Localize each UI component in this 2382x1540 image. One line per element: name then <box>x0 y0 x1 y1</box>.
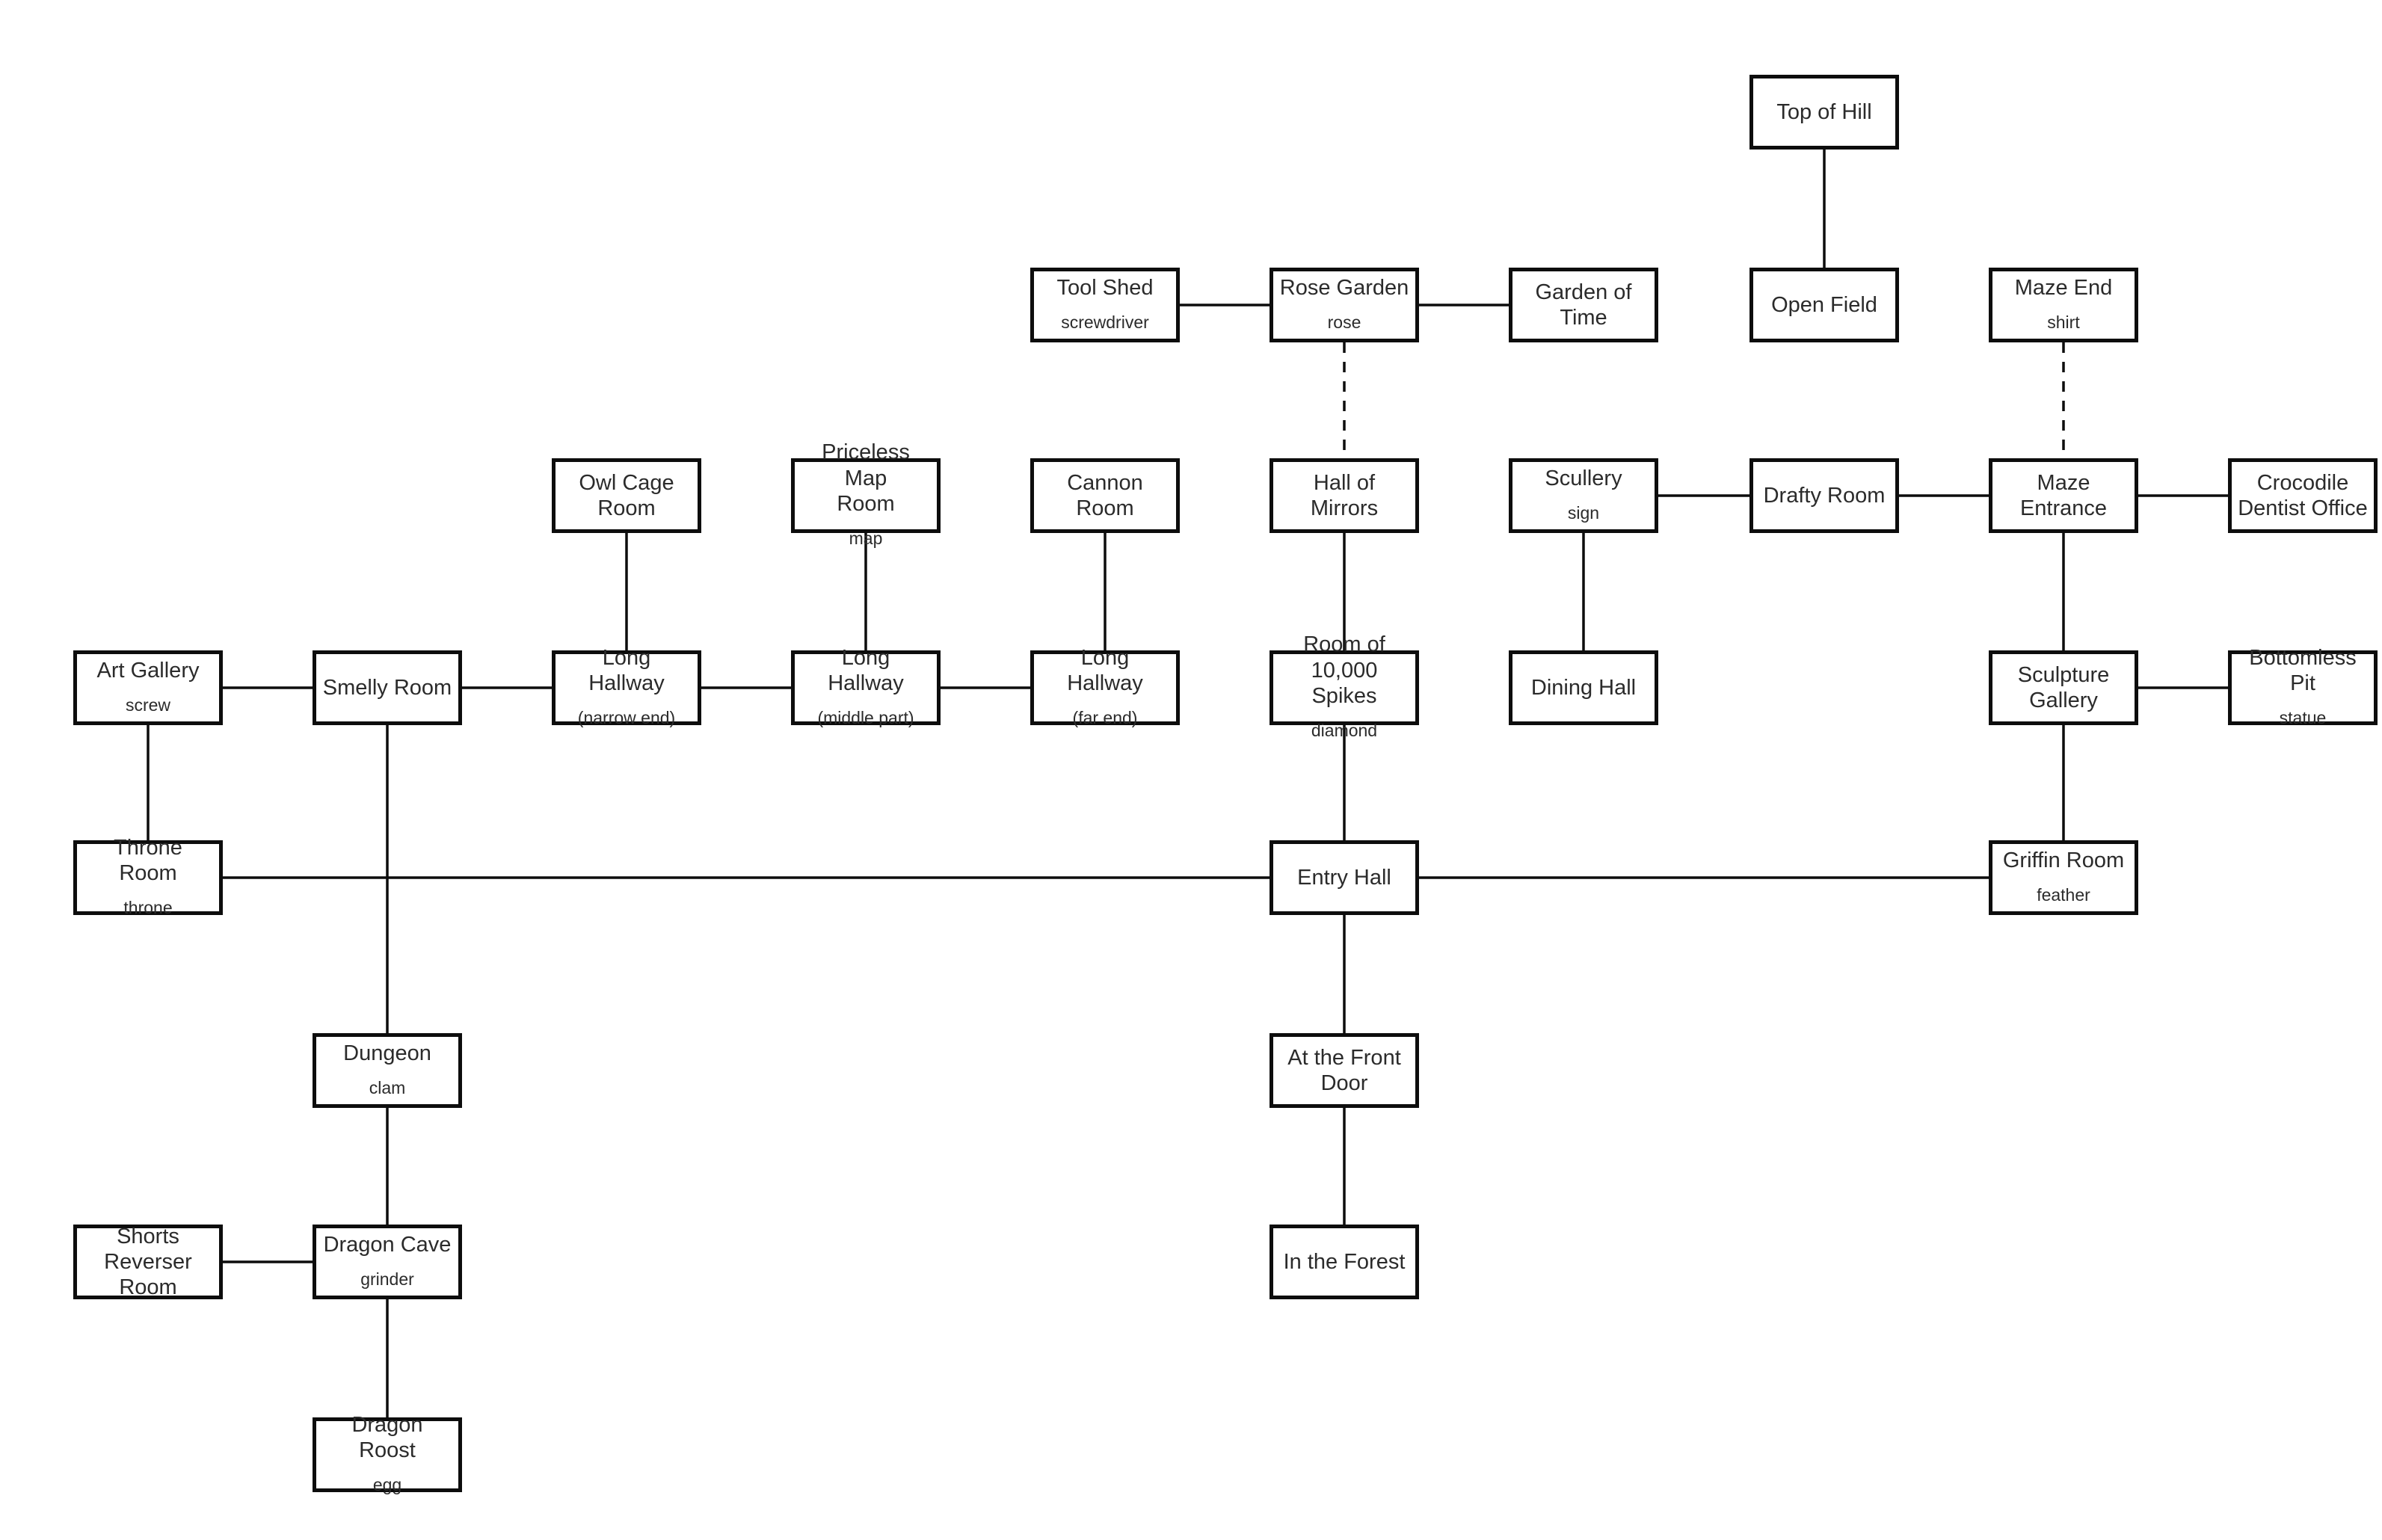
room-item-label: grinder <box>360 1269 414 1289</box>
edge-layer <box>147 150 2228 1417</box>
room-node-room_of_spikes[interactable]: Room of 10,000 Spikes diamond <box>1270 632 1419 740</box>
room-item-label: (narrow end) <box>577 708 676 727</box>
room-node-art_gallery[interactable]: Art Gallery screw <box>73 650 223 725</box>
room-title: Throne Room <box>114 835 182 885</box>
room-node-in_the_forest[interactable]: In the Forest <box>1270 1225 1419 1299</box>
room-title: Long Hallway <box>1067 645 1143 695</box>
room-item-label: shirt <box>2047 312 2080 332</box>
room-node-priceless_map_room[interactable]: Priceless Map Room map <box>791 440 941 548</box>
room-item-label: throne <box>123 898 173 917</box>
room-title: Garden of Time <box>1535 280 1632 330</box>
room-title: Scullery <box>1545 466 1622 490</box>
room-node-dungeon[interactable]: Dungeon clam <box>313 1033 462 1108</box>
room-item-label: map <box>849 529 883 549</box>
room-title: Cannon Room <box>1067 470 1143 520</box>
room-node-dragon_cave[interactable]: Dragon Cave grinder <box>313 1225 462 1299</box>
room-item-label: clam <box>369 1077 406 1097</box>
room-title: Dragon Cave <box>323 1232 452 1257</box>
room-node-long_hallway_mid[interactable]: Long Hallway (middle part) <box>791 646 941 727</box>
room-title: Drafty Room <box>1763 483 1886 508</box>
room-node-rose_garden[interactable]: Rose Garden rose <box>1270 268 1419 342</box>
room-title: Entry Hall <box>1297 865 1391 890</box>
room-title: Long Hallway <box>828 645 904 695</box>
room-title: Crocodile Dentist Office <box>2238 470 2368 520</box>
room-title: Shorts Reverser Room <box>104 1224 192 1300</box>
room-title: Dining Hall <box>1530 675 1637 700</box>
room-node-long_hallway_far[interactable]: Long Hallway (far end) <box>1030 646 1180 727</box>
room-node-long_hallway_near[interactable]: Long Hallway (narrow end) <box>552 646 701 727</box>
room-node-dining_hall[interactable]: Dining Hall <box>1509 650 1658 725</box>
room-title: Maze End <box>2014 275 2113 300</box>
room-title: Art Gallery <box>96 658 200 683</box>
room-title: Bottomless Pit <box>2249 645 2357 695</box>
room-title: Tool Shed <box>1056 275 1154 300</box>
room-node-entry_hall[interactable]: Entry Hall <box>1270 840 1419 915</box>
room-title: In the Forest <box>1283 1249 1406 1274</box>
room-node-maze_end[interactable]: Maze End shirt <box>1989 268 2138 342</box>
room-node-tool_shed[interactable]: Tool Shed screwdriver <box>1030 268 1180 342</box>
room-item-label: (far end) <box>1072 708 1138 727</box>
room-item-label: screwdriver <box>1061 312 1149 332</box>
room-title: At the Front Door <box>1287 1045 1401 1095</box>
room-title: Griffin Room <box>2002 848 2125 872</box>
room-item-label: screw <box>125 694 171 715</box>
room-node-crocodile_dentist[interactable]: Crocodile Dentist Office <box>2228 458 2378 533</box>
room-title: Priceless Map Room <box>822 440 910 516</box>
room-item-label: (middle part) <box>817 708 914 727</box>
room-item-label: sign <box>1567 502 1600 523</box>
room-node-drafty_room[interactable]: Drafty Room <box>1749 458 1899 533</box>
room-node-griffin_room[interactable]: Griffin Room feather <box>1989 840 2138 915</box>
room-title: Hall of Mirrors <box>1310 470 1379 520</box>
room-node-garden_of_time[interactable]: Garden of Time <box>1509 268 1658 342</box>
room-title: Long Hallway <box>588 645 665 695</box>
room-node-sculpture_gallery[interactable]: Sculpture Gallery <box>1989 650 2138 725</box>
room-node-bottomless_pit[interactable]: Bottomless Pit statue <box>2228 646 2378 727</box>
room-title: Room of 10,000 Spikes <box>1303 632 1385 708</box>
room-item-label: egg <box>372 1475 402 1494</box>
room-node-dragon_roost[interactable]: Dragon Roost egg <box>313 1413 462 1494</box>
room-map-diagram: Top of Hill Tool Shed screwdriver Rose Gard… <box>0 0 2382 1540</box>
room-node-maze_entrance[interactable]: Maze Entrance <box>1989 458 2138 533</box>
room-node-top_of_hill[interactable]: Top of Hill <box>1749 75 1899 150</box>
room-title: Open Field <box>1771 292 1877 317</box>
room-title: Owl Cage Room <box>579 470 674 520</box>
room-node-owl_cage_room[interactable]: Owl Cage Room <box>552 458 701 533</box>
room-title: Top of Hill <box>1776 99 1872 124</box>
room-item-label: diamond <box>1311 721 1378 741</box>
room-title: Maze Entrance <box>2019 470 2108 520</box>
room-node-shorts_reverser[interactable]: Shorts Reverser Room <box>73 1225 223 1299</box>
room-item-label: statue <box>2279 708 2327 727</box>
room-node-hall_of_mirrors[interactable]: Hall of Mirrors <box>1270 458 1419 533</box>
room-title: Dungeon <box>343 1041 431 1065</box>
room-node-cannon_room[interactable]: Cannon Room <box>1030 458 1180 533</box>
room-title: Sculpture Gallery <box>2017 662 2110 712</box>
room-node-scullery[interactable]: Scullery sign <box>1509 458 1658 533</box>
room-title: Smelly Room <box>322 675 452 700</box>
room-node-open_field[interactable]: Open Field <box>1749 268 1899 342</box>
room-node-smelly_room[interactable]: Smelly Room <box>313 650 462 725</box>
room-item-label: feather <box>2037 884 2090 905</box>
room-item-label: rose <box>1327 312 1361 332</box>
room-title: Rose Garden <box>1279 275 1409 300</box>
room-title: Dragon Roost <box>351 1412 423 1462</box>
room-node-throne_room[interactable]: Throne Room throne <box>73 836 223 917</box>
room-node-at_the_front_door[interactable]: At the Front Door <box>1270 1033 1419 1108</box>
